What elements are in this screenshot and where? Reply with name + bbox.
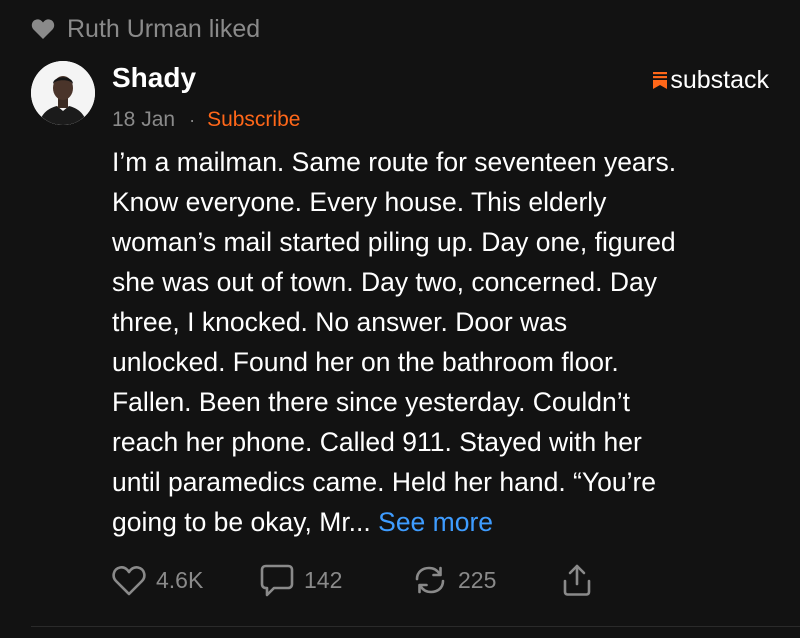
post-text-line: woman’s mail started piling up. Day one,… <box>112 227 676 257</box>
meta-separator: · <box>189 109 196 130</box>
post-meta: 18 Jan · Subscribe <box>112 108 300 132</box>
post-body: I’m a mailman. Same route for seventeen … <box>112 142 772 542</box>
substack-logo-icon <box>653 72 668 89</box>
post-text-last-line: going to be okay, Mr... See more <box>112 502 772 542</box>
post-text-line: I’m a mailman. Same route for seventeen … <box>112 147 677 177</box>
like-count: 4.6K <box>156 566 204 593</box>
post-date: 18 Jan <box>112 108 176 131</box>
like-button[interactable]: 4.6K <box>112 565 260 596</box>
comment-bubble-icon <box>260 564 294 597</box>
heart-icon <box>31 19 55 39</box>
restack-button[interactable]: 225 <box>412 564 562 596</box>
avatar-image <box>31 61 95 125</box>
share-icon <box>563 564 591 596</box>
post-text-line: Know everyone. Every house. This elderly <box>112 187 607 217</box>
restack-icon <box>415 566 445 594</box>
avatar[interactable] <box>31 61 95 125</box>
platform-name: substack <box>670 66 769 94</box>
subscribe-link[interactable]: Subscribe <box>207 108 300 132</box>
post-text-line: reach her phone. Called 911. Stayed with… <box>112 427 642 457</box>
post-text-line: three, I knocked. No answer. Door was <box>112 307 568 337</box>
restack-count: 225 <box>458 566 497 593</box>
post-actions: 4.6K 142 225 <box>112 560 592 600</box>
comment-count: 142 <box>304 566 343 593</box>
see-more-link[interactable]: See more <box>378 507 493 537</box>
post-text-truncated: going to be okay, Mr... <box>112 507 371 537</box>
heart-outline-icon <box>112 565 146 595</box>
post-text-line: unlocked. Found her on the bathroom floo… <box>112 347 619 377</box>
post-text-line: until paramedics came. Held her hand. “Y… <box>112 467 657 497</box>
liked-by-label: Ruth Urman liked <box>67 14 261 43</box>
feed-divider <box>31 626 800 627</box>
author-name[interactable]: Shady <box>112 62 196 94</box>
share-button[interactable] <box>562 563 592 597</box>
comment-button[interactable]: 142 <box>260 563 412 597</box>
liked-by-row: Ruth Urman liked <box>31 14 260 44</box>
post-text-line: Fallen. Been there since yesterday. Coul… <box>112 387 631 417</box>
post-text-line: she was out of town. Day two, concerned.… <box>112 267 657 297</box>
substack-brand[interactable]: substack <box>653 66 769 95</box>
